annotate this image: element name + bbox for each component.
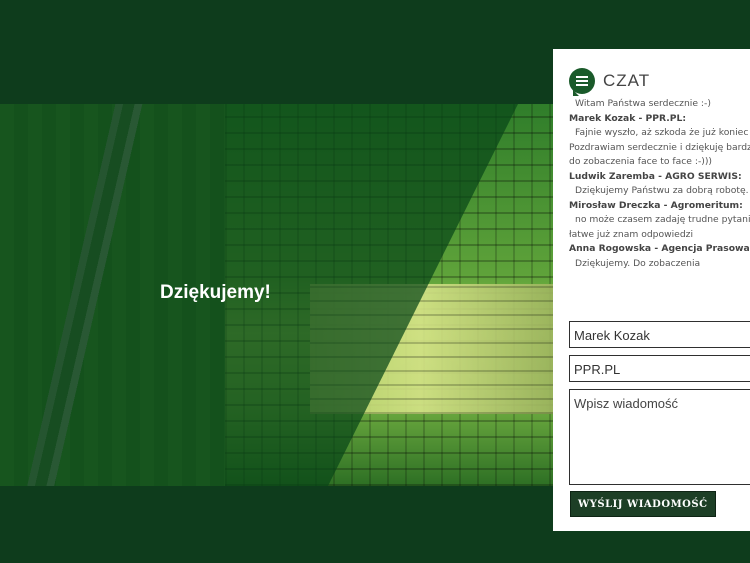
chat-message-author: Marek Kozak - PPR.PL:	[569, 112, 687, 124]
chat-message-text: Witam Państwa serdecznie :-)	[575, 98, 711, 109]
chat-messages[interactable]: Witam Państwa serdecznie :-) Marek Kozak…	[569, 97, 750, 271]
chat-message-author: Ludwik Zaremba - AGRO SERWIS:	[569, 170, 742, 182]
chat-message-text: Dziękujemy Państwu za dobrą robotę.	[575, 185, 749, 196]
chat-message-text: no może czasem zadaję trudne pytania	[575, 214, 750, 225]
name-input[interactable]: Marek Kozak	[569, 321, 750, 348]
chat-header: CZAT	[569, 65, 650, 97]
hero-title: Dziękujemy!	[160, 282, 271, 303]
chat-panel: CZAT Witam Państwa serdecznie :-) Marek …	[553, 49, 750, 531]
send-message-button[interactable]: WYŚLIJ WIADOMOŚĆ	[570, 491, 716, 517]
chat-message-text: Dziękujemy. Do zobaczenia	[575, 257, 701, 269]
hero-image: Dziękujemy!	[0, 104, 553, 486]
chat-title: CZAT	[603, 71, 651, 90]
chat-message-text: do zobaczenia face to face :-)))	[569, 156, 713, 167]
chat-message-text: łatwe już znam odpowiedzi	[569, 228, 694, 240]
chat-message-text: Pozdrawiam serdecznie i dziękuję bardzo	[569, 141, 750, 153]
chat-message-author: Anna Rogowska - Agencja Prasowa	[569, 243, 750, 254]
message-textarea[interactable]: Wpisz wiadomość	[569, 389, 750, 485]
chat-message-text: Fajnie wyszło, aż szkoda że już koniec	[575, 127, 749, 138]
chat-bubble-icon	[569, 68, 595, 96]
company-input[interactable]: PPR.PL	[569, 355, 750, 382]
chat-message-author: Mirosław Dreczka - Agromeritum:	[569, 199, 743, 211]
